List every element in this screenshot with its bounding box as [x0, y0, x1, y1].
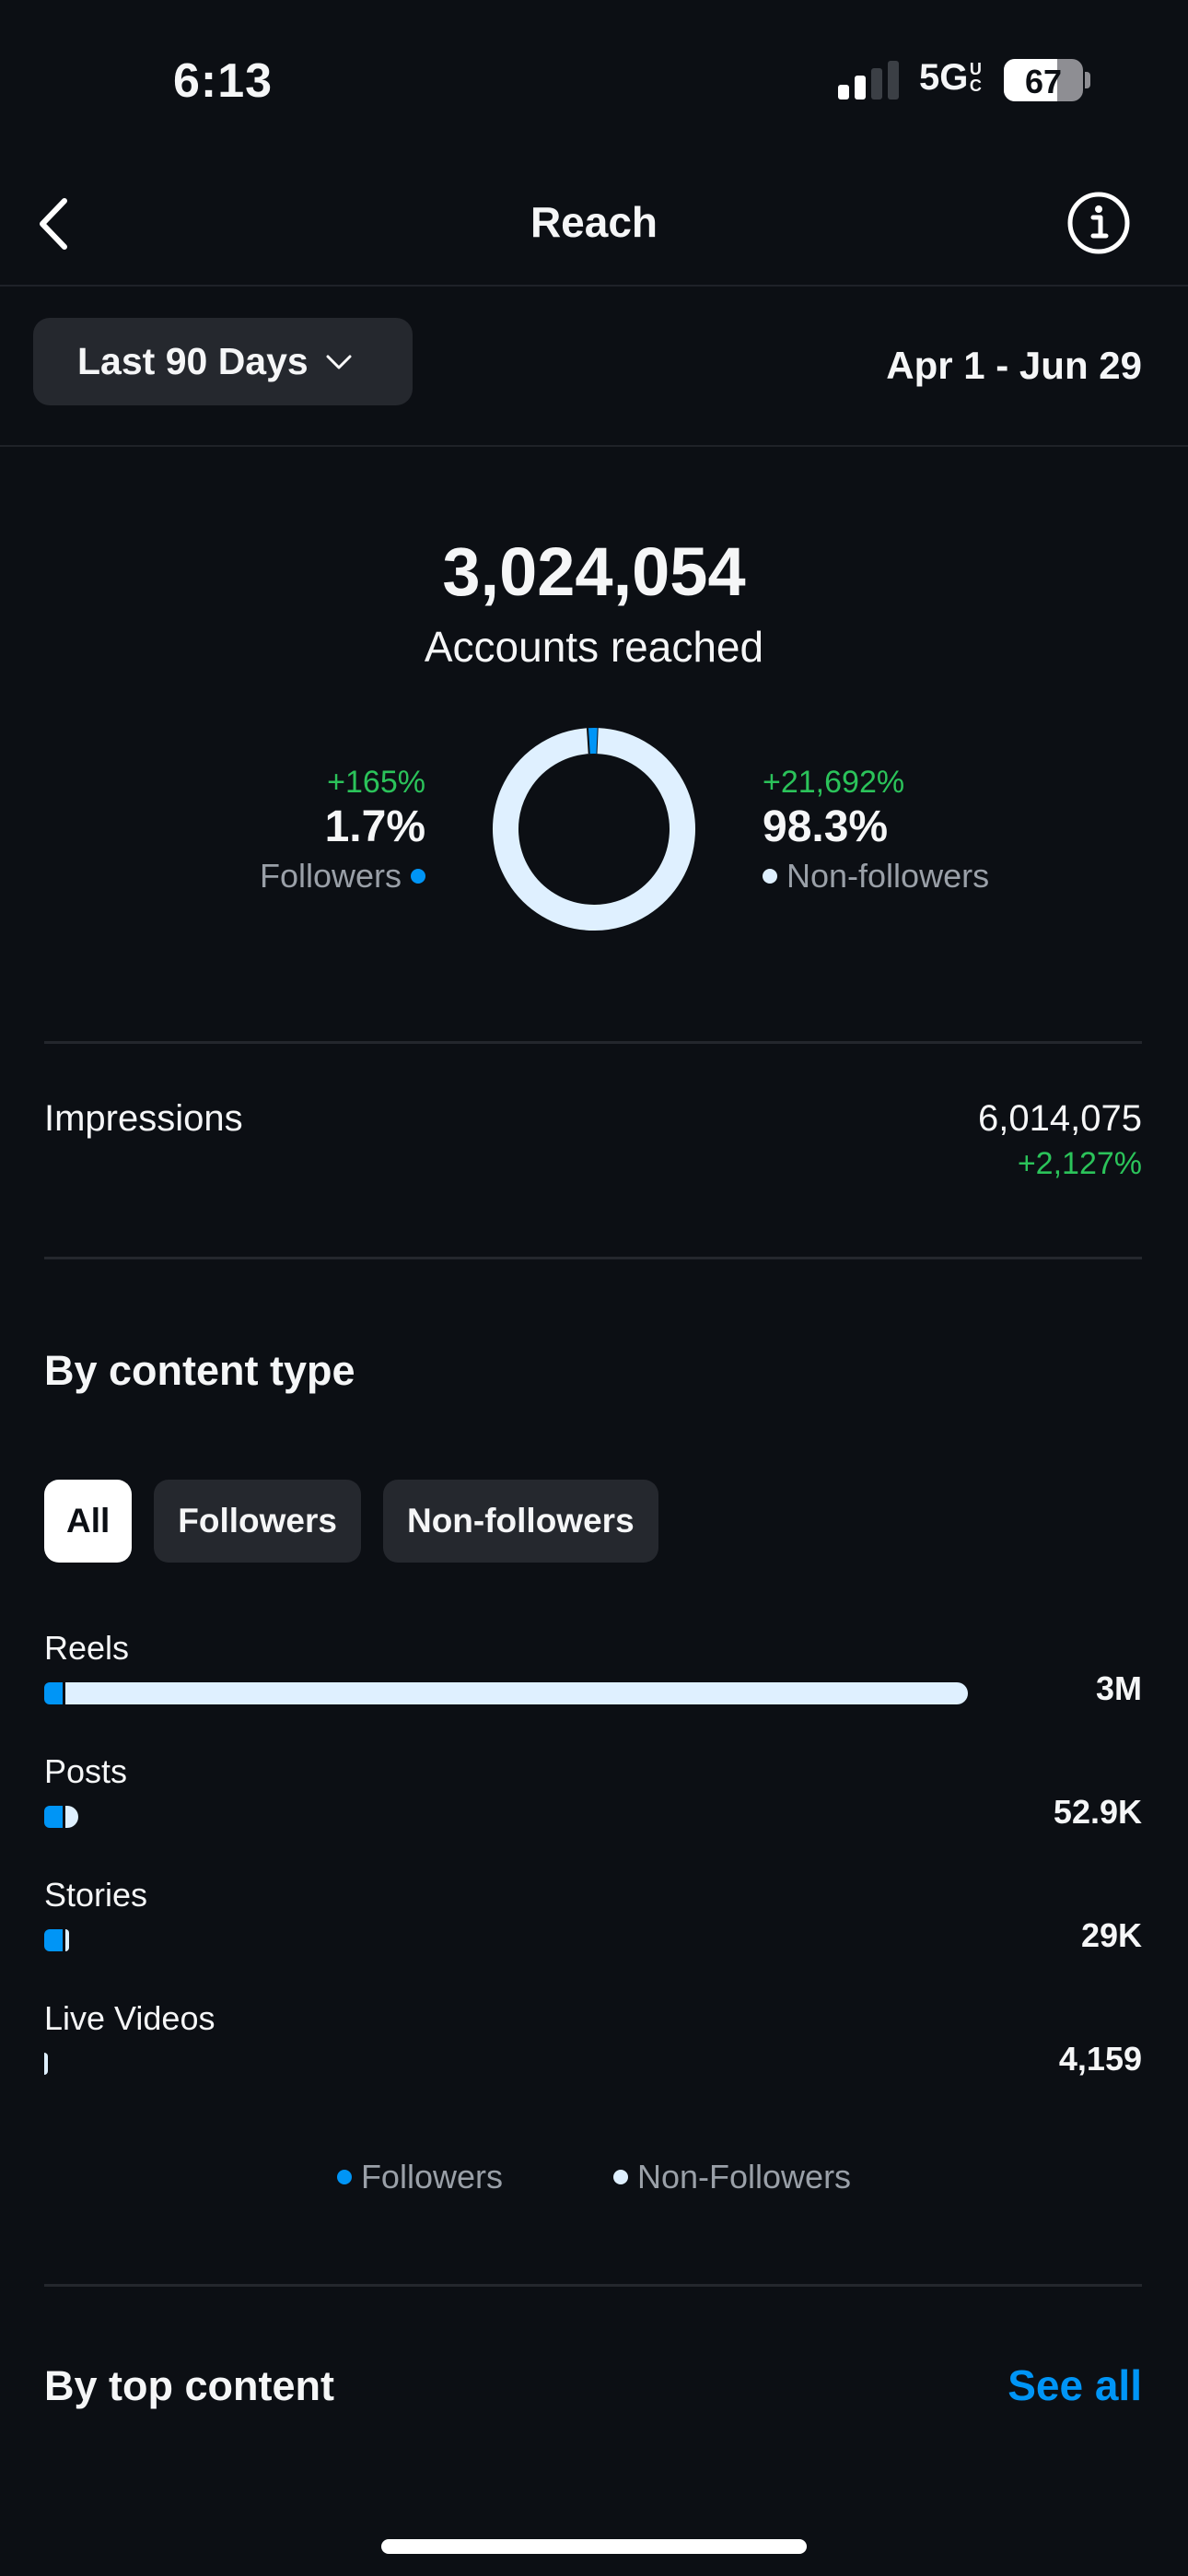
donut-slice-non-followers: [493, 728, 695, 931]
audience-filter-chips: All Followers Non-followers: [44, 1480, 658, 1563]
status-time: 6:13: [173, 54, 274, 108]
home-indicator[interactable]: [381, 2539, 807, 2554]
followers-legend: Followers: [260, 857, 425, 896]
top-content-title: By top content: [44, 2362, 334, 2409]
followers-legend-label: Followers: [259, 857, 402, 895]
chevron-down-icon: [326, 355, 352, 369]
content-type-value-stories: 29K: [1080, 1916, 1142, 1954]
signal-bar: [855, 76, 866, 100]
impressions-value: 6,014,075: [978, 1098, 1142, 1139]
bar-segment-non-followers: [44, 2053, 48, 2075]
divider: [44, 1257, 1142, 1259]
network-suffix-bottom: C: [969, 76, 982, 95]
content-type-value-reels: 3M: [1095, 1669, 1142, 1707]
divider: [0, 285, 1188, 287]
signal-bar: [838, 85, 849, 100]
non-followers-legend: Non-followers: [763, 857, 989, 896]
content-type-label-stories: Stories: [44, 1876, 148, 1914]
chip-followers[interactable]: Followers: [154, 1480, 361, 1563]
non-followers-percent: 98.3%: [763, 802, 889, 851]
content-type-value-posts: 52.9K: [1053, 1793, 1142, 1831]
reach-donut-chart: [493, 728, 695, 931]
non-followers-change: +21,692%: [763, 765, 905, 800]
content-type-label-reels: Reels: [44, 1629, 130, 1667]
non-followers-dot-icon: [612, 2170, 628, 2184]
battery-tip: [1085, 72, 1090, 88]
content-type-legend: Followers Non-Followers: [0, 2158, 1188, 2196]
legend-item-non-followers: Non-Followers: [612, 2158, 852, 2196]
info-button[interactable]: [1066, 191, 1131, 255]
divider: [44, 2284, 1142, 2287]
content-type-label-live-videos: Live Videos: [44, 1999, 215, 2037]
content-type-bar-live-videos: [44, 2053, 48, 2075]
signal-bar: [888, 61, 899, 100]
bar-segment-non-followers: [65, 1682, 969, 1704]
impressions-change: +2,127%: [1017, 1146, 1142, 1181]
content-type-value-live-videos: 4,159: [1058, 2040, 1142, 2078]
battery-percent: 67: [1024, 63, 1063, 100]
accounts-reached-total: 3,024,054: [442, 533, 746, 610]
non-followers-legend-label: Non-followers: [786, 857, 990, 895]
bar-segment-non-followers: [65, 1806, 78, 1828]
date-range-dropdown[interactable]: Last 90 Days: [33, 318, 413, 405]
followers-percent: 1.7%: [324, 802, 425, 851]
bar-segment-non-followers: [65, 1929, 69, 1951]
date-range-dropdown-label: Last 90 Days: [77, 340, 309, 382]
network-suffix-top: U: [969, 60, 982, 78]
content-type-label-posts: Posts: [44, 1752, 128, 1790]
bar-segment-followers: [44, 1806, 63, 1828]
chip-non-followers[interactable]: Non-followers: [382, 1480, 658, 1563]
legend-followers-label: Followers: [360, 2158, 503, 2195]
followers-dot-icon: [411, 869, 425, 884]
date-range-text: Apr 1 - Jun 29: [886, 344, 1142, 387]
followers-change: +165%: [327, 765, 425, 800]
bar-segment-followers: [44, 1929, 63, 1951]
accounts-reached-label: Accounts reached: [424, 623, 764, 671]
divider: [0, 445, 1188, 447]
legend-non-followers-label: Non-Followers: [636, 2158, 852, 2195]
info-circle-icon: [1067, 192, 1130, 254]
signal-strength-icon: [838, 61, 899, 100]
legend-item-followers: Followers: [336, 2158, 503, 2196]
battery-icon: 67: [1004, 59, 1083, 101]
divider: [44, 1041, 1142, 1044]
network-type: 5GU C: [919, 57, 983, 99]
impressions-label: Impressions: [44, 1098, 243, 1139]
content-type-bar-posts: [44, 1806, 78, 1828]
non-followers-dot-icon: [763, 869, 777, 884]
followers-dot-icon: [336, 2170, 352, 2184]
content-type-bar-reels: [44, 1682, 969, 1704]
network-label: 5G: [919, 57, 969, 98]
chip-all[interactable]: All: [44, 1480, 133, 1563]
content-type-title: By content type: [44, 1347, 355, 1394]
signal-bar: [871, 68, 882, 100]
see-all-link[interactable]: See all: [1007, 2360, 1142, 2410]
bar-segment-followers: [44, 1682, 63, 1704]
network-suffix: UC: [968, 61, 983, 94]
content-type-bar-stories: [44, 1929, 69, 1951]
page-title: Reach: [530, 198, 658, 246]
